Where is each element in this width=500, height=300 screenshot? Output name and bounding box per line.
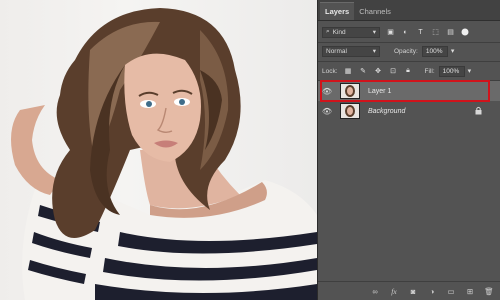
lock-artboard-icon[interactable]: ⊡ <box>389 67 398 76</box>
trash-icon[interactable]: 🗑︎ <box>484 287 494 296</box>
layer-name[interactable]: Background <box>368 108 405 115</box>
tab-layers[interactable]: Layers <box>320 2 355 20</box>
lock-label: Lock: <box>322 67 338 75</box>
portrait-image <box>11 8 317 300</box>
chevron-down-icon: ▾ <box>372 48 376 55</box>
lock-icon[interactable] <box>475 106 482 115</box>
adjustment-icon[interactable]: ◑ <box>427 287 437 296</box>
fx-icon[interactable]: fx <box>389 287 399 296</box>
group-icon[interactable]: ▭ <box>446 287 456 296</box>
fill-label: Fill: <box>424 67 435 75</box>
fill-field[interactable]: 100% <box>438 65 465 77</box>
filter-row: ⌕ Kind ▾ ▣ ◐ T ⬚ ▤ <box>322 25 496 39</box>
opacity-chevron-icon[interactable]: ▾ <box>451 47 455 55</box>
layer-name[interactable]: Layer 1 <box>368 88 391 95</box>
shape-filter-icon[interactable]: ⬚ <box>431 28 440 37</box>
layer-row-background[interactable]: 👁︎ Background <box>318 101 500 121</box>
lock-image-pixels-icon[interactable]: ✎ <box>359 67 368 76</box>
lock-transparent-pixels-icon[interactable]: ▦ <box>344 67 353 76</box>
type-filter-icon[interactable]: T <box>416 28 425 37</box>
blend-mode-value: Normal <box>326 47 347 55</box>
filter-kind-dropdown[interactable]: ⌕ Kind ▾ <box>322 26 380 38</box>
lock-all-icon[interactable]: 🔒︎ <box>404 67 413 76</box>
layer-thumbnail <box>340 83 360 99</box>
filter-kind-value: Kind <box>332 28 346 36</box>
panel-tabs: Layers Channels <box>318 0 500 21</box>
adjustment-filter-icon[interactable]: ◐ <box>401 28 410 37</box>
tab-channels[interactable]: Channels <box>354 3 396 20</box>
lock-position-icon[interactable]: ✥ <box>374 67 383 76</box>
eye-icon[interactable]: 👁︎ <box>318 107 336 116</box>
chevron-down-icon: ▾ <box>372 29 376 36</box>
layer-row-layer-1[interactable]: 👁︎ Layer 1 <box>318 80 500 102</box>
blend-mode-dropdown[interactable]: Normal ▾ <box>322 45 380 57</box>
document-canvas[interactable] <box>0 0 317 300</box>
link-icon[interactable]: ∞ <box>370 287 380 296</box>
mask-icon[interactable]: ◙ <box>408 287 418 296</box>
layer-thumbnail <box>340 103 360 119</box>
layers-bottom-toolbar: ∞ fx ◙ ◑ ▭ ⊞ 🗑︎ <box>318 281 500 300</box>
eye-icon[interactable]: 👁︎ <box>318 87 336 96</box>
opacity-label: Opacity: <box>394 47 418 55</box>
blend-row: Normal ▾ Opacity: 100% ▾ <box>322 44 496 58</box>
lock-row: Lock: ▦ ✎ ✥ ⊡ 🔒︎ Fill: 100% ▾ <box>322 64 496 78</box>
smart-object-filter-icon[interactable]: ▤ <box>446 28 455 37</box>
search-icon: ⌕ <box>326 28 330 35</box>
opacity-field[interactable]: 100% <box>421 45 448 57</box>
new-layer-icon[interactable]: ⊞ <box>465 287 475 296</box>
pixel-filter-icon[interactable]: ▣ <box>386 28 395 37</box>
filter-toggle-icon[interactable] <box>460 28 469 37</box>
fill-chevron-icon[interactable]: ▾ <box>468 67 472 75</box>
layers-panel: Layers Channels ⌕ Kind ▾ ▣ ◐ T ⬚ ▤ Norma… <box>317 0 500 300</box>
